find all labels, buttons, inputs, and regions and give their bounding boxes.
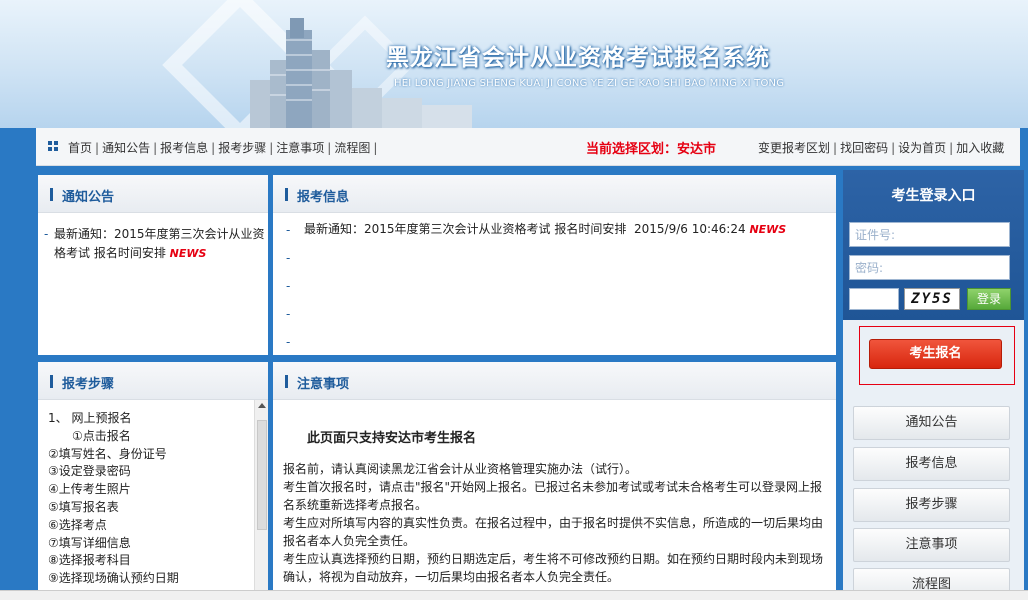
login-title: 考生登录入口 [891,188,976,204]
bullet-dash: - [286,335,291,349]
top-navigation: 首页 | 通知公告 | 报考信息 | 报考步骤 | 注意事项 | 流程图 | 当前选择区划：安达市 变… [36,128,1020,166]
browser-status-bar [0,590,1028,600]
login-button[interactable]: 登录 [967,288,1011,310]
notes-paragraph: 考生应认真选择预约日期，预约日期选定后，考生将不可修改预约日期。如在预约日期时段… [283,552,824,584]
notice-item[interactable]: 最新通知：2015年度第三次会计从业资 格考试 报名时间安排 NEWS [54,225,266,263]
exam-info-item[interactable]: 最新通知：2015年度第三次会计从业资格考试 报名时间安排 2015/9/6 1… [304,220,834,239]
register-highlight-box: 考生报名 [859,326,1015,385]
bullet-dash: - [286,307,291,321]
bullet-dash: - [286,279,291,293]
notes-content: 此页面只支持安达市考生报名 报名前，请认真阅读黑龙江省会计从业资格管理实施办法（… [283,410,828,586]
step-item: ⑦填写详细信息 [48,535,131,550]
step-item: ⑥选择考点 [48,517,107,532]
exam-info-text: 最新通知：2015年度第三次会计从业资格考试 报名时间安排 [304,222,627,236]
notes-paragraph: 报名前，请认真阅读黑龙江省会计从业资格管理实施办法（试行）。 [283,462,638,476]
captcha-image[interactable]: ZY5S [904,288,960,310]
bullet-dash: - [286,251,291,265]
panel-title: 报考步骤 [62,377,115,392]
step-item: ④上传考生照片 [48,482,131,497]
captcha-input[interactable] [849,288,899,310]
notes-panel: 注意事项 此页面只支持安达市考生报名 报名前，请认真阅读黑龙江省会计从业资格管理… [273,362,836,590]
nav-link-flowchart[interactable]: 流程图 [334,141,370,155]
steps-panel: 报考步骤 1、 网上预报名 ①点击报名 ②填写姓名、身份证号 ③设定登录密码 ④… [38,362,268,590]
register-button[interactable]: 考生报名 [869,339,1002,369]
change-region-link[interactable]: 变更报考区划 [758,141,830,155]
notes-paragraph: 考生首次报名时，请点击"报名"开始网上报名。已报过名未参加考试或考试未合格考生可… [283,480,823,512]
login-box: 考生登录入口 ZY5S 登录 [843,170,1024,320]
panel-header: 注意事项 [273,362,836,400]
step-item: ⑨选择现场确认预约日期 [48,571,179,586]
recover-password-link[interactable]: 找回密码 [840,141,888,155]
current-region-label: 当前选择区划：安达市 [586,142,717,157]
panel-header: 报考步骤 [38,362,268,400]
panel-title: 注意事项 [297,377,350,392]
add-favorite-link[interactable]: 加入收藏 [956,141,1004,155]
right-sidebar: 考生登录入口 ZY5S 登录 考生报名 通知公告 报考信息 报考步骤 注意事项 … [843,170,1024,600]
step-item: ⑤填写报名表 [48,499,119,514]
nav-link-exam-info[interactable]: 报考信息 [160,141,208,155]
panel-header: 报考信息 [273,175,836,213]
grid-icon [48,141,58,151]
steps-list: 1、 网上预报名 ①点击报名 ②填写姓名、身份证号 ③设定登录密码 ④上传考生照… [48,410,253,588]
news-badge: NEWS [749,223,787,236]
password-input[interactable] [849,255,1010,280]
nav-link-home[interactable]: 首页 [68,141,92,155]
notes-paragraph: 考生应对所填写内容的真实性负责。在报名过程中，由于报名时提供不实信息，所造成的一… [283,516,824,548]
step-item: 1、 网上预报名 [48,411,132,425]
panel-title: 通知公告 [62,190,115,205]
step-item: ③设定登录密码 [48,464,131,479]
header-marker-icon [50,375,53,388]
side-button-steps[interactable]: 报考步骤 [853,488,1010,522]
side-button-notices[interactable]: 通知公告 [853,406,1010,440]
header-marker-icon [285,375,288,388]
header-banner: 黑龙江省会计从业资格考试报名系统 HEI LONG JIANG SHENG KU… [0,0,1028,128]
site-subtitle: HEI LONG JIANG SHENG KUAI JI CONG YE ZI … [394,78,785,89]
steps-scrollbar[interactable] [254,400,268,590]
header-marker-icon [285,188,288,201]
utility-links: 变更报考区划 | 找回密码 | 设为首页 | 加入收藏 [758,141,1005,155]
scrollbar-thumb[interactable] [257,420,267,530]
notes-heading: 此页面只支持安达市考生报名 [307,431,477,446]
news-badge: NEWS [169,247,207,260]
step-item: ②填写姓名、身份证号 [48,446,167,461]
notice-text-line2: 格考试 报名时间安排 [54,246,166,260]
side-button-notes[interactable]: 注意事项 [853,528,1010,562]
exam-info-date: 2015/9/6 10:46:24 [634,222,746,236]
notice-text-line1: 最新通知：2015年度第三次会计从业资 [54,227,265,241]
exam-info-panel: 报考信息 - 最新通知：2015年度第三次会计从业资格考试 报名时间安排 201… [273,175,836,355]
notice-panel: 通知公告 - 最新通知：2015年度第三次会计从业资 格考试 报名时间安排 NE… [38,175,268,355]
bullet-dash: - [44,227,49,241]
side-button-exam-info[interactable]: 报考信息 [853,447,1010,481]
id-number-input[interactable] [849,222,1010,247]
nav-link-notes[interactable]: 注意事项 [276,141,324,155]
header-marker-icon [50,188,53,201]
set-homepage-link[interactable]: 设为首页 [898,141,946,155]
nav-link-notices[interactable]: 通知公告 [102,141,150,155]
site-title: 黑龙江省会计从业资格考试报名系统 [386,45,770,71]
bullet-dash: - [286,223,291,237]
step-item: ⑧选择报考科目 [48,553,131,568]
nav-links: 首页 | 通知公告 | 报考信息 | 报考步骤 | 注意事项 | 流程图 | [68,141,378,155]
panel-header: 通知公告 [38,175,268,213]
nav-link-steps[interactable]: 报考步骤 [218,141,266,155]
panel-title: 报考信息 [297,190,350,205]
step-item: ①点击报名 [72,428,131,443]
scroll-up-arrow-icon[interactable] [258,403,266,408]
